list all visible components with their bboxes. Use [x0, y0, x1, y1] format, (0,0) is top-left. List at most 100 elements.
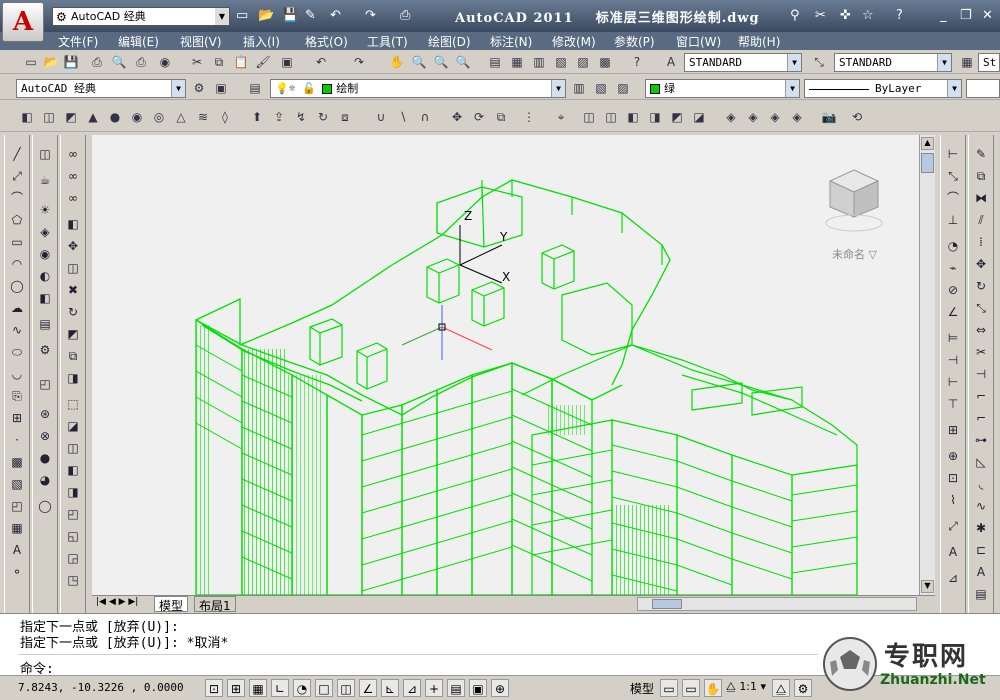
tab-layout1[interactable]: 布局1	[194, 596, 236, 613]
text-icon[interactable]: A	[7, 541, 27, 559]
named-view-label[interactable]: 未命名 ▽	[832, 246, 877, 262]
sphere-icon[interactable]: ●	[106, 108, 124, 126]
quick-dim-icon[interactable]: ⊨	[943, 329, 963, 347]
model-space-label[interactable]: 模型	[630, 680, 654, 697]
angular-icon[interactable]: ∠	[943, 303, 963, 321]
stretch-icon[interactable]: ⇔	[971, 321, 991, 339]
print-icon[interactable]: ⎙	[400, 8, 410, 23]
drawing-canvas[interactable]: Z Y X	[92, 135, 919, 595]
color-select[interactable]: 绿 ▼	[645, 79, 800, 98]
design-center-icon[interactable]: ▦	[508, 53, 526, 71]
layer-states-icon[interactable]: ▨	[614, 79, 632, 97]
menu-dimension[interactable]: 标注(N)	[490, 33, 532, 50]
binoculars-icon[interactable]: ⚲	[790, 8, 800, 23]
calculator-icon[interactable]: ▩	[596, 53, 614, 71]
view-icon[interactable]: ◰	[35, 375, 55, 393]
zoom-realtime-icon[interactable]: 🔍	[410, 53, 428, 71]
materials-icon[interactable]: ◈	[35, 223, 55, 241]
color-edges-icon[interactable]: ◪	[63, 417, 83, 435]
save-icon[interactable]: 💾	[282, 8, 298, 23]
gradient-icon[interactable]: ▧	[7, 475, 27, 493]
grid-icon[interactable]: ▦	[249, 679, 267, 697]
menu-file[interactable]: 文件(F)	[58, 33, 98, 50]
menu-view[interactable]: 视图(V)	[180, 33, 222, 50]
imprint-icon[interactable]: ◫	[63, 439, 83, 457]
menu-insert[interactable]: 插入(I)	[243, 33, 280, 50]
gear-icon[interactable]: ⚙	[190, 79, 208, 97]
section-icon[interactable]: ◳	[63, 571, 83, 589]
render-icon[interactable]: ⟲	[848, 108, 866, 126]
ellipse-arc-icon[interactable]: ◡	[7, 365, 27, 383]
sun-icon[interactable]: ☀	[35, 201, 55, 219]
menu-help[interactable]: 帮助(H)	[738, 33, 780, 50]
copy-faces-icon[interactable]: ⧉	[63, 347, 83, 365]
mirror-icon[interactable]: ⧓	[971, 189, 991, 207]
pedit-icon[interactable]: ⊏	[971, 541, 991, 559]
front-view-icon[interactable]: ◩	[668, 108, 686, 126]
slice-icon[interactable]: ◲	[63, 549, 83, 567]
linetype-select[interactable]: ByLayer ▼	[804, 79, 962, 98]
open-icon[interactable]: 📂	[258, 8, 274, 23]
cylinder-icon[interactable]: ◉	[128, 108, 146, 126]
lights-icon[interactable]: ⚙	[35, 341, 55, 359]
osnap-icon[interactable]: □	[315, 679, 333, 697]
selection-cycling-icon[interactable]: ⊕	[491, 679, 509, 697]
text-edit-icon[interactable]: A	[971, 563, 991, 581]
dim-update-icon[interactable]: ⊿	[943, 569, 963, 587]
scale-icon[interactable]: ⤡	[971, 299, 991, 317]
union-icon[interactable]: ∪	[372, 108, 390, 126]
break-icon[interactable]: ⌐	[971, 409, 991, 427]
polar-icon[interactable]: ◔	[293, 679, 311, 697]
fillet-icon[interactable]: ◟	[971, 475, 991, 493]
circle-icon[interactable]: ◯	[7, 277, 27, 295]
bottom-view-icon[interactable]: ◫	[602, 108, 620, 126]
erase-icon[interactable]: ✎	[971, 145, 991, 163]
workspace-select[interactable]: AutoCAD 经典 ▼	[16, 79, 186, 98]
ducs-icon[interactable]: ⊾	[381, 679, 399, 697]
aligned-dim-icon[interactable]: ⤡	[943, 167, 963, 185]
zoom-window-icon[interactable]: 🔍	[432, 53, 450, 71]
make-block-icon[interactable]: ⊞	[7, 409, 27, 427]
left-view-icon[interactable]: ◧	[624, 108, 642, 126]
redo-icon[interactable]: ↷	[350, 53, 368, 71]
polyline-icon[interactable]: ⌒	[7, 189, 27, 207]
camera-icon[interactable]: 📷	[820, 108, 838, 126]
delete-faces-icon[interactable]: ✖	[63, 281, 83, 299]
copy-icon[interactable]: ⧉	[971, 167, 991, 185]
arc-icon[interactable]: ◠	[7, 255, 27, 273]
rotate-3d-icon[interactable]: ⟳	[470, 108, 488, 126]
baseline-icon[interactable]: ⊣	[943, 351, 963, 369]
sphere-x-icon[interactable]: ⊗	[35, 427, 55, 445]
radius-icon[interactable]: ◔	[943, 237, 963, 255]
shell-icon[interactable]: ◰	[63, 505, 83, 523]
dim-edit-icon[interactable]: ⤢	[943, 517, 963, 535]
clean-icon[interactable]: ◧	[63, 461, 83, 479]
hide-icon[interactable]: ◫	[35, 145, 55, 163]
zoom-previous-icon[interactable]: 🔍	[454, 53, 472, 71]
tab-model[interactable]: 模型	[154, 596, 189, 613]
menu-window[interactable]: 窗口(W)	[676, 33, 721, 50]
new-icon[interactable]: ▭	[236, 8, 248, 23]
presspull-icon[interactable]: ⇪	[270, 108, 288, 126]
jogged-linear-icon[interactable]: ⌇	[943, 491, 963, 509]
application-button[interactable]: A	[2, 2, 44, 42]
workspace-switch-icon[interactable]: ⚙	[794, 679, 812, 697]
sphere-shaded-icon[interactable]: ◕	[35, 471, 55, 489]
menu-edit[interactable]: 编辑(E)	[118, 33, 159, 50]
align-3d-icon[interactable]: ⧉	[492, 108, 510, 126]
arc-length-icon[interactable]: ⌒	[943, 189, 963, 207]
new-icon[interactable]: ▭	[22, 53, 40, 71]
rotate-faces-icon[interactable]: ↻	[63, 303, 83, 321]
scroll-down-icon[interactable]: ▼	[921, 580, 934, 593]
sphere-blue-icon[interactable]: ●	[35, 449, 55, 467]
space-icon[interactable]: ⊤	[943, 395, 963, 413]
chamfer-icon[interactable]: ◺	[971, 453, 991, 471]
sphere-gray-icon[interactable]: ◯	[35, 497, 55, 515]
sheet-set-icon[interactable]: ▧	[552, 53, 570, 71]
extend-icon[interactable]: ⊣	[971, 365, 991, 383]
right-view-icon[interactable]: ◨	[646, 108, 664, 126]
torus-icon[interactable]: ◎	[150, 108, 168, 126]
save-as-icon[interactable]: ✎	[305, 8, 316, 23]
loft-icon[interactable]: ⧈	[336, 108, 354, 126]
otrack-icon[interactable]: ∠	[359, 679, 377, 697]
